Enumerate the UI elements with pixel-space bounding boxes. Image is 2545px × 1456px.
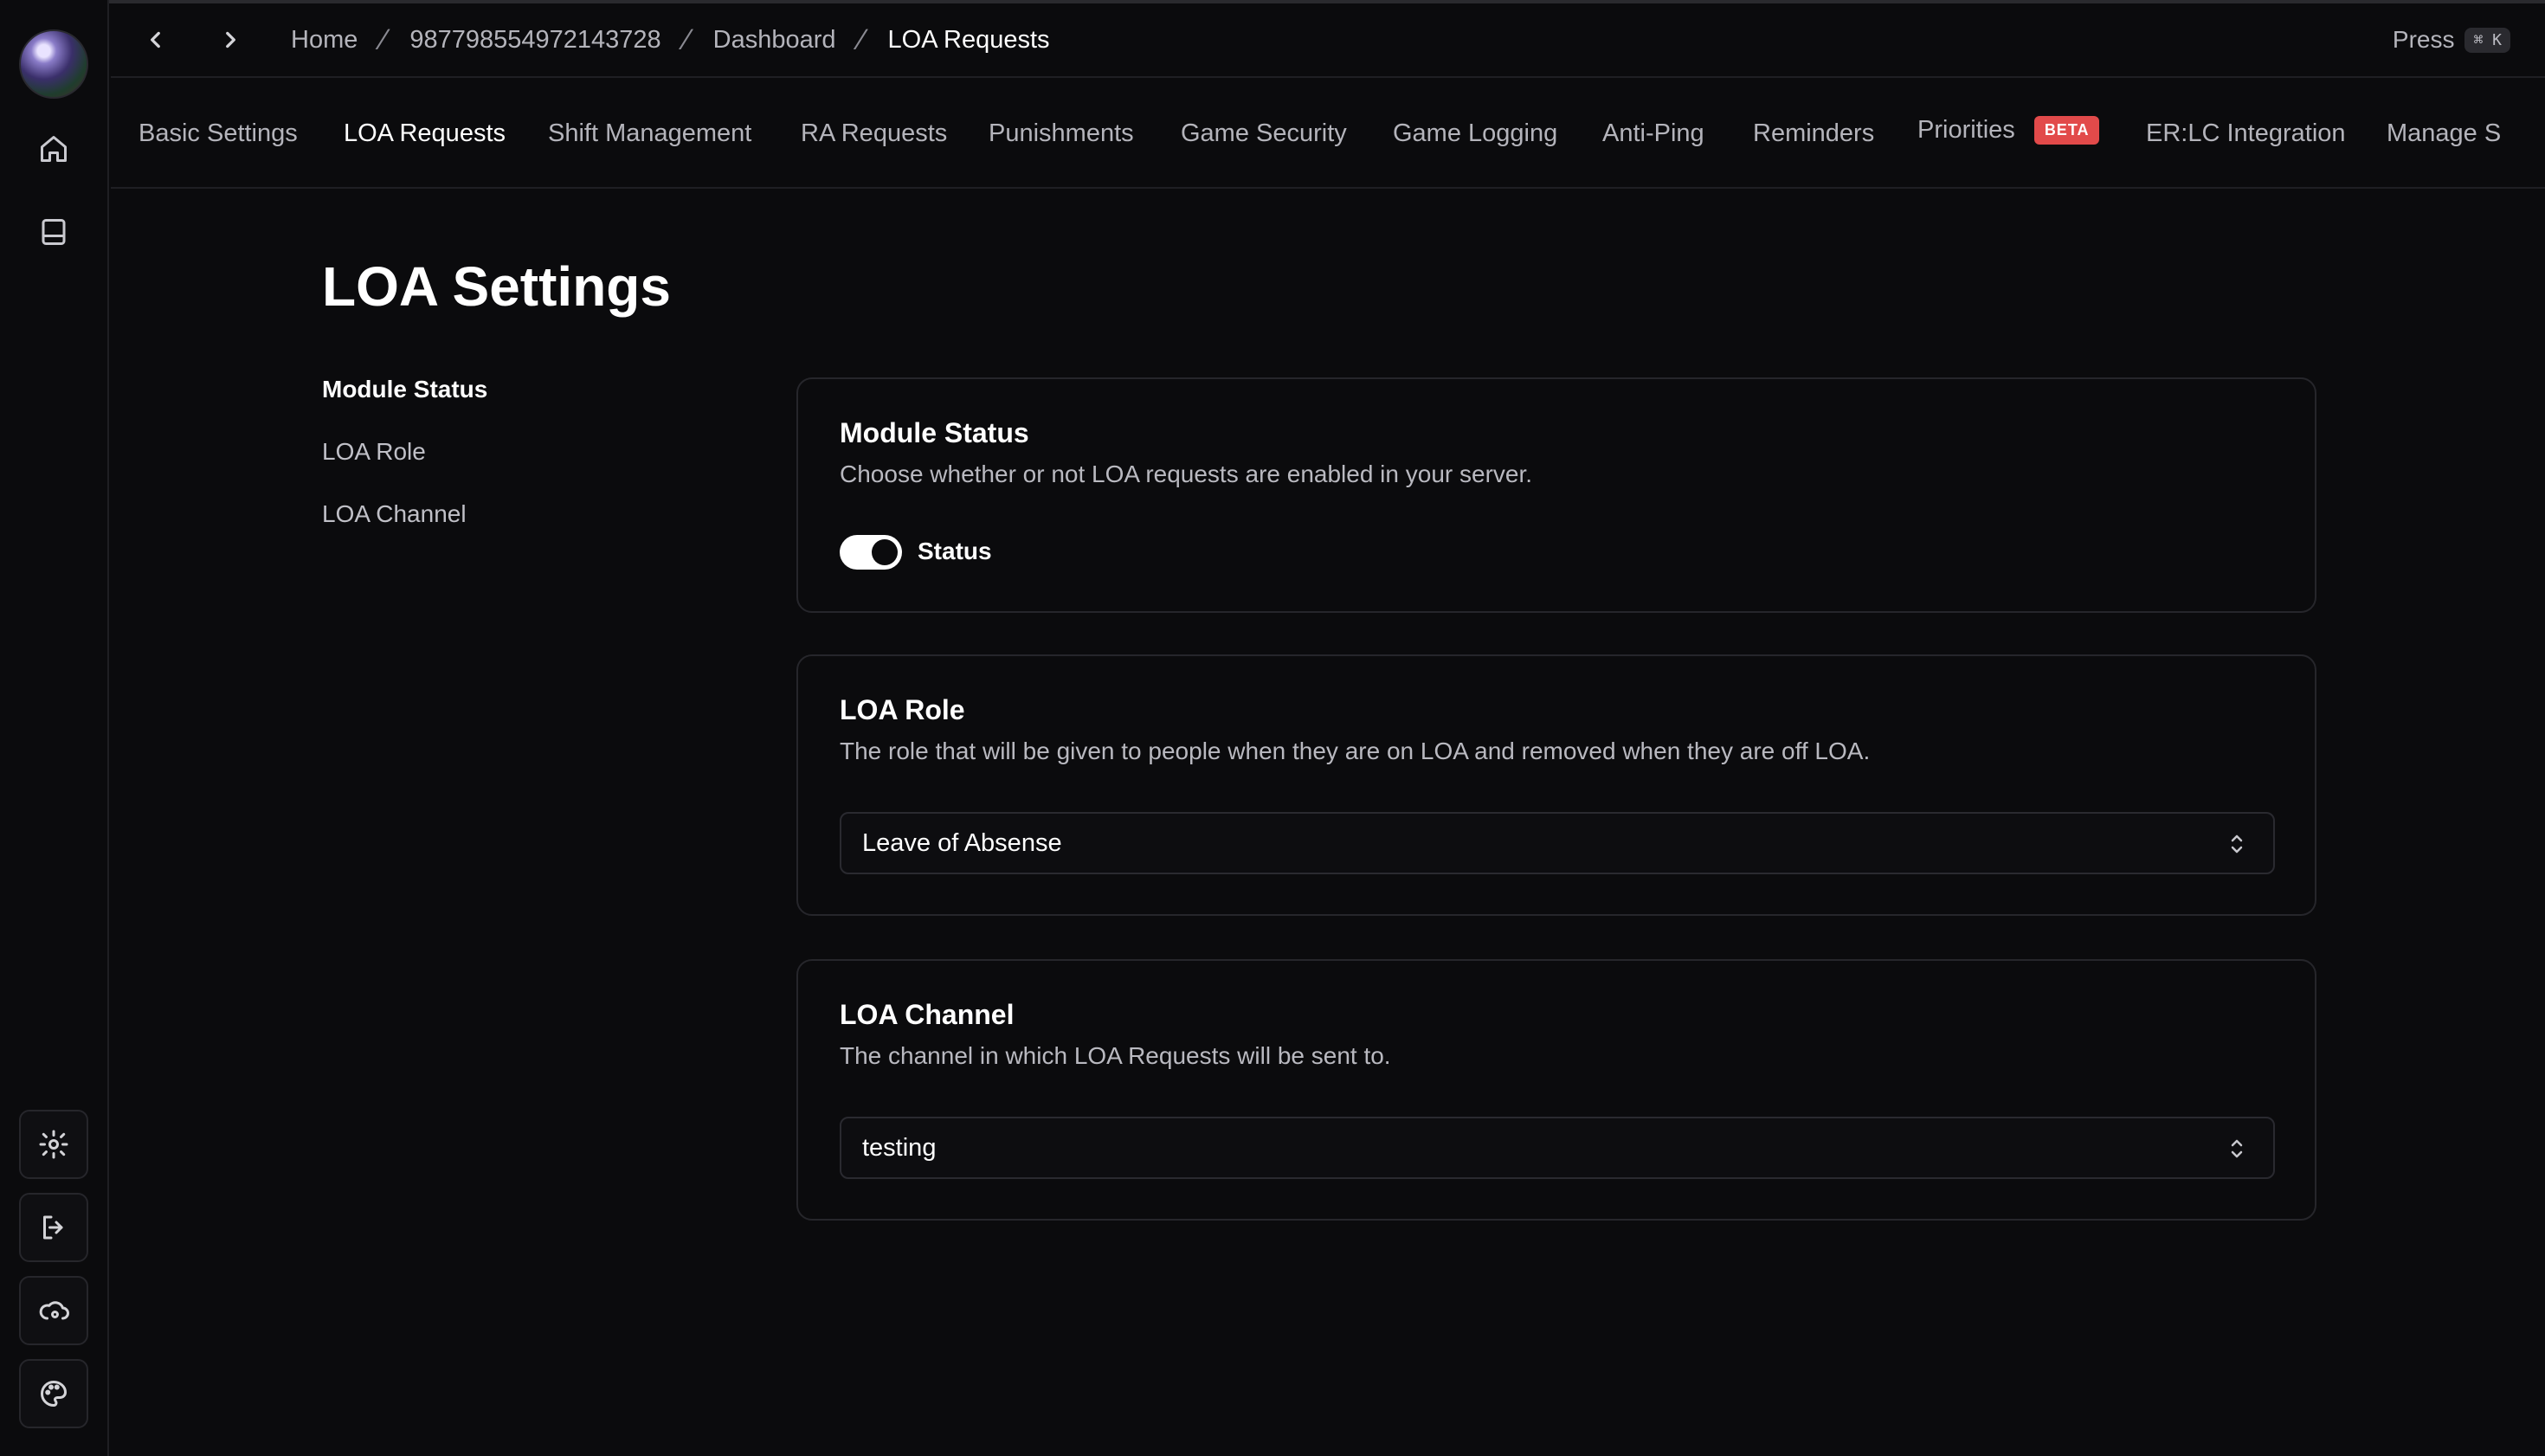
tab-game-security[interactable]: Game Security	[1181, 114, 1347, 152]
module-status-title: Module Status	[840, 417, 1029, 448]
shortcut-key: ⌘ K	[2464, 27, 2510, 53]
loa-channel-selected-value: testing	[862, 1133, 937, 1162]
loa-channel-description: The channel in which LOA Requests will b…	[840, 1042, 1391, 1069]
settings-tabs: Basic Settings LOA Requests Shift Manage…	[111, 80, 2545, 189]
breadcrumb-server[interactable]: 987798554972143728	[409, 26, 660, 55]
breadcrumb-home[interactable]: Home	[291, 26, 358, 55]
loa-role-description: The role that will be given to people wh…	[840, 738, 1871, 764]
status-toggle-label: Status	[918, 538, 992, 564]
tab-priorities[interactable]: Priorities BETA	[1917, 111, 2100, 149]
loa-role-title: LOA Role	[840, 694, 965, 725]
chevron-updown-icon	[2226, 833, 2247, 855]
tab-punishments[interactable]: Punishments	[989, 114, 1134, 152]
tab-reminders[interactable]: Reminders	[1753, 114, 1874, 152]
section-nav-loa-channel[interactable]: LOA Channel	[322, 500, 467, 528]
tab-game-logging[interactable]: Game Logging	[1393, 114, 1557, 152]
tab-ra-requests[interactable]: RA Requests	[801, 114, 947, 152]
press-label: Press	[2392, 26, 2455, 53]
breadcrumb-current: LOA Requests	[887, 25, 1050, 54]
settings-gear-icon[interactable]	[19, 1110, 88, 1179]
status-toggle[interactable]	[840, 535, 902, 570]
breadcrumb-dashboard[interactable]: Dashboard	[713, 26, 836, 55]
left-rail	[0, 0, 109, 1456]
logout-icon[interactable]	[19, 1193, 88, 1262]
loa-channel-title: LOA Channel	[840, 999, 1015, 1030]
tab-loa-requests[interactable]: LOA Requests	[344, 114, 506, 152]
loa-role-selected-value: Leave of Absense	[862, 828, 1062, 857]
module-status-description: Choose whether or not LOA requests are e…	[840, 461, 1533, 487]
chevron-updown-icon	[2226, 1137, 2247, 1160]
palette-icon[interactable]	[19, 1359, 88, 1428]
breadcrumb-separator: ∕	[684, 23, 690, 56]
module-status-card: Module Status Choose whether or not LOA …	[796, 377, 2316, 613]
command-palette-hint[interactable]: Press ⌘ K	[2393, 23, 2510, 57]
chevron-left-icon[interactable]	[137, 21, 175, 59]
loa-channel-card: LOA Channel The channel in which LOA Req…	[796, 959, 2316, 1221]
tab-erlc-integration[interactable]: ER:LC Integration	[2146, 114, 2346, 152]
server-avatar[interactable]	[19, 29, 88, 99]
tab-anti-ping[interactable]: Anti-Ping	[1602, 114, 1704, 152]
beta-badge: BETA	[2033, 115, 2100, 145]
chevron-right-icon[interactable]	[211, 21, 249, 59]
section-nav-module-status[interactable]: Module Status	[322, 376, 487, 403]
loa-role-select[interactable]: Leave of Absense	[840, 812, 2275, 874]
page-title: LOA Settings	[322, 255, 671, 318]
home-icon[interactable]	[27, 122, 81, 176]
section-nav-loa-role[interactable]: LOA Role	[322, 438, 426, 466]
breadcrumb: Home ∕ 987798554972143728 ∕ Dashboard ∕ …	[291, 23, 1050, 57]
tab-basic-settings[interactable]: Basic Settings	[139, 114, 298, 152]
tab-manage[interactable]: Manage S	[2387, 114, 2501, 152]
breadcrumb-separator: ∕	[381, 23, 387, 56]
cloud-settings-icon[interactable]	[19, 1276, 88, 1345]
loa-role-card: LOA Role The role that will be given to …	[796, 654, 2316, 916]
loa-channel-select[interactable]: testing	[840, 1117, 2275, 1179]
panel-icon[interactable]	[27, 205, 81, 259]
top-bar: Home ∕ 987798554972143728 ∕ Dashboard ∕ …	[111, 3, 2545, 78]
breadcrumb-separator: ∕	[859, 23, 865, 56]
tab-shift-management[interactable]: Shift Management	[548, 114, 751, 152]
toggle-knob	[872, 539, 898, 565]
tab-priorities-label: Priorities	[1917, 115, 2015, 144]
